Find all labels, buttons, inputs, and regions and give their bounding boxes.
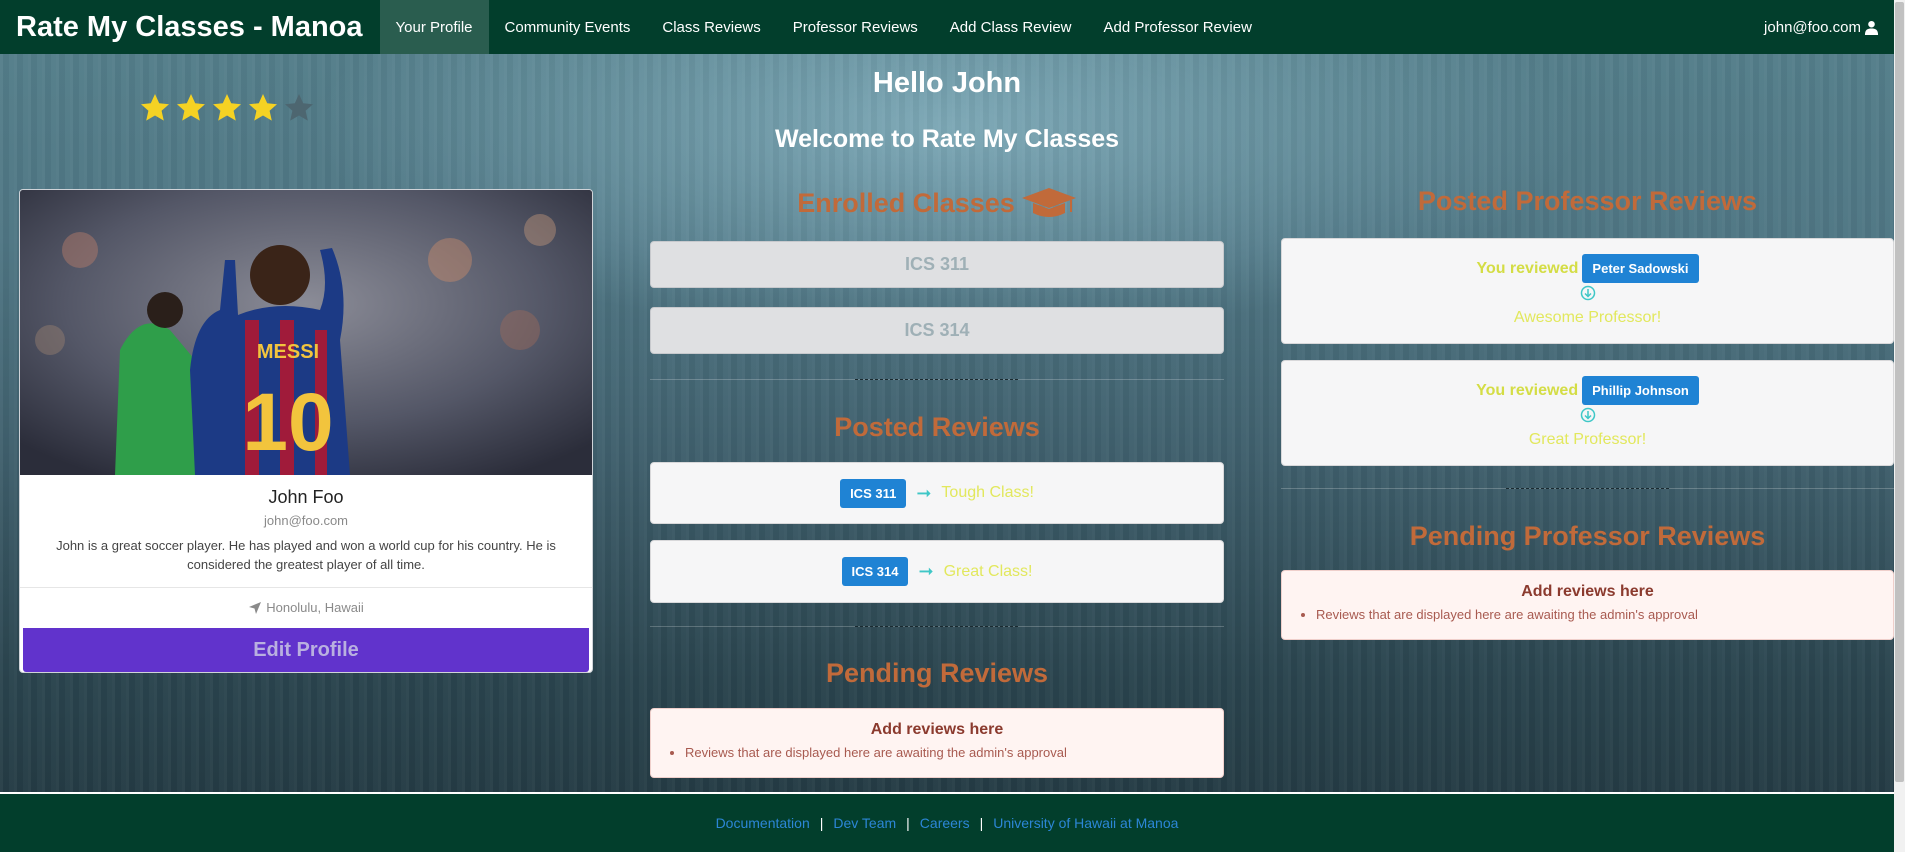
svg-text:10: 10 (242, 377, 333, 468)
nav-add-professor-review[interactable]: Add Professor Review (1088, 0, 1268, 54)
footer-link-documentation[interactable]: Documentation (716, 815, 810, 831)
dashed-divider (855, 626, 1018, 627)
posted-review-item: ICS 314 ➞ Great Class! (650, 540, 1224, 603)
professor-review-item: You reviewed Phillip Johnson Great Profe… (1281, 360, 1894, 466)
footer: Documentation | Dev Team | Careers | Uni… (0, 794, 1894, 852)
professor-badge[interactable]: Peter Sadowski (1582, 254, 1699, 283)
arrow-down-circle-icon (1580, 285, 1595, 301)
profile-photo-illustration: MESSI 10 (20, 190, 592, 475)
footer-link-careers[interactable]: Careers (920, 815, 970, 831)
profile-card: MESSI 10 John Foo john@foo.com John is a… (19, 189, 593, 673)
welcome-heading: Welcome to Rate My Classes (774, 125, 1120, 153)
review-text: Tough Class! (941, 484, 1034, 501)
professor-review-text: Awesome Professor! (1513, 309, 1662, 326)
professor-review-text: Great Professor! (1528, 431, 1647, 448)
enrolled-class-ics-314[interactable]: ICS 314 (650, 307, 1224, 354)
profile-name: John Foo (268, 487, 344, 507)
professor-review-item: You reviewed Peter Sadowski Awesome Prof… (1281, 238, 1894, 344)
dashed-divider (855, 379, 1018, 380)
scrollbar-track[interactable] (1894, 0, 1905, 852)
nav-community-events[interactable]: Community Events (489, 0, 647, 54)
nav-your-profile[interactable]: Your Profile (379, 0, 489, 54)
footer-separator: | (819, 815, 824, 831)
edit-profile-button[interactable]: Edit Profile (23, 628, 589, 672)
brand-title[interactable]: Rate My Classes - Manoa (0, 11, 380, 44)
arrow-right-icon: ➞ (918, 561, 934, 581)
dashed-divider (1506, 488, 1669, 489)
enrolled-class-ics-311[interactable]: ICS 311 (650, 241, 1224, 288)
posted-professor-reviews-title: Posted Professor Reviews (1417, 186, 1758, 216)
user-email: john@foo.com (1764, 18, 1861, 36)
profile-bio: John is a great soccer player. He has pl… (56, 538, 556, 572)
user-icon (1864, 20, 1879, 35)
pending-reviews-card: Add reviews here Reviews that are displa… (650, 708, 1224, 778)
posted-review-item: ICS 311 ➞ Tough Class! (650, 462, 1224, 524)
footer-separator: | (979, 815, 984, 831)
enrolled-classes-heading: Enrolled Classes (650, 186, 1224, 220)
location-arrow-icon (249, 601, 262, 614)
arrow-down-circle-icon (1580, 407, 1595, 423)
course-badge[interactable]: ICS 314 (841, 557, 909, 586)
scrollbar-thumb[interactable] (1895, 2, 1904, 782)
review-text: Great Class! (943, 562, 1033, 580)
pending-professor-reviews-title: Pending Professor Reviews (1409, 521, 1766, 551)
nav-add-class-review[interactable]: Add Class Review (934, 0, 1088, 54)
pending-professor-reviews-card: Add reviews here Reviews that are displa… (1281, 570, 1894, 640)
you-reviewed-label: You reviewed (1476, 259, 1579, 277)
pending-note: Reviews that are displayed here are awai… (1316, 607, 1698, 622)
pending-card-title: Add reviews here (1521, 583, 1654, 600)
location-text: Honolulu, Hawaii (266, 600, 364, 615)
pending-note: Reviews that are displayed here are awai… (685, 745, 1067, 760)
profile-location: Honolulu, Hawaii (20, 588, 592, 627)
arrow-right-icon: ➞ (916, 482, 932, 503)
pending-reviews-title: Pending Reviews (825, 658, 1049, 688)
nav-class-reviews[interactable]: Class Reviews (646, 0, 776, 54)
posted-reviews-title: Posted Reviews (834, 412, 1040, 442)
course-badge[interactable]: ICS 311 (840, 478, 907, 508)
svg-text:MESSI: MESSI (257, 341, 319, 363)
enrolled-classes-title: Enrolled Classes (797, 187, 1015, 218)
footer-separator: | (906, 815, 910, 831)
user-menu[interactable]: john@foo.com (1764, 19, 1894, 36)
greeting: Hello John (872, 67, 1022, 99)
footer-link-dev-team[interactable]: Dev Team (833, 815, 896, 831)
pending-card-title: Add reviews here (870, 721, 1004, 738)
footer-link-uh-manoa[interactable]: University of Hawaii at Manoa (993, 815, 1178, 831)
nav-professor-reviews[interactable]: Professor Reviews (777, 0, 934, 54)
professor-badge[interactable]: Phillip Johnson (1582, 376, 1699, 405)
you-reviewed-label: You reviewed (1476, 381, 1579, 399)
navbar: Rate My Classes - Manoa Your Profile Com… (0, 0, 1894, 54)
profile-email: john@foo.com (263, 513, 349, 528)
profile-photo: MESSI 10 (20, 190, 592, 475)
graduation-cap-icon (1021, 188, 1076, 217)
